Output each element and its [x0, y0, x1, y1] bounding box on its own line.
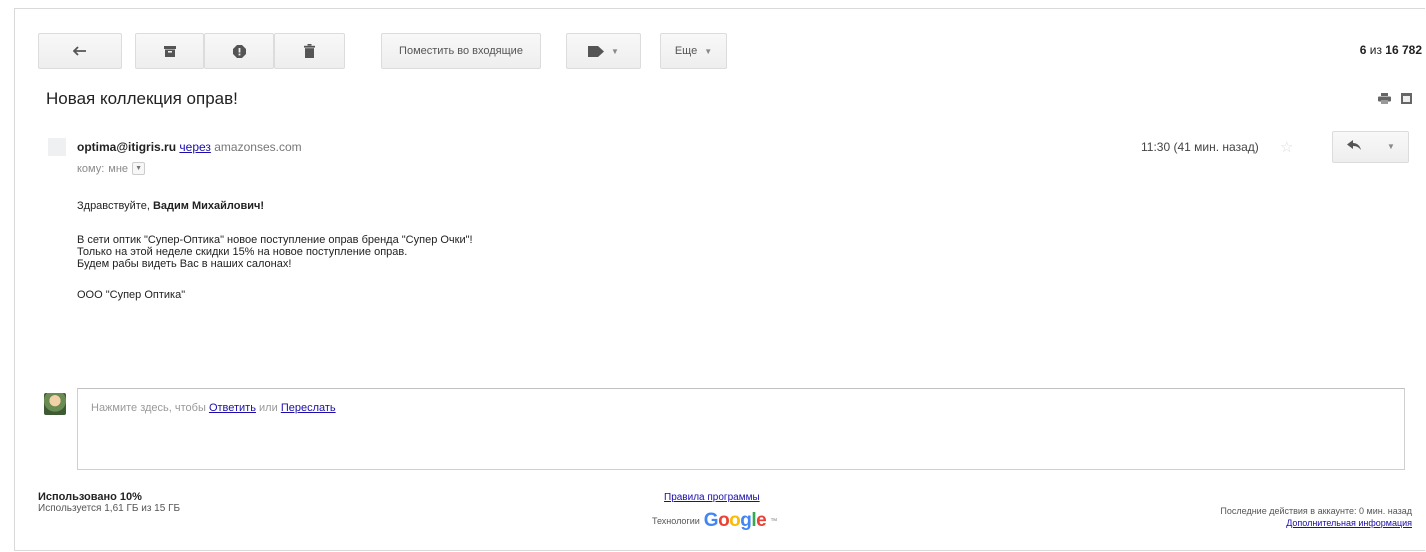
to-value: мне — [108, 162, 129, 175]
chevron-down-icon: ▼ — [704, 46, 713, 56]
trademark-mark: ™ — [770, 517, 778, 525]
signature: ООО "Супер Оптика" — [77, 289, 186, 301]
google-logo: Google — [703, 510, 767, 531]
star-icon[interactable]: ☆ — [1280, 138, 1293, 156]
message-timestamp: 11:30 (41 мин. назад) — [1141, 140, 1259, 154]
reply-prompt: Нажмите здесь, чтобы Ответить или Пересл… — [91, 402, 336, 414]
to-label: кому: — [77, 162, 105, 175]
label-tag-icon — [588, 45, 605, 57]
archive-button[interactable] — [135, 33, 204, 69]
archive-icon — [163, 45, 176, 57]
move-to-inbox-button[interactable]: Поместить во входящие — [381, 33, 541, 69]
via-link[interactable]: через — [179, 140, 211, 154]
quick-reply-box[interactable]: Нажмите здесь, чтобы Ответить или Пересл… — [77, 388, 1405, 470]
terms-link[interactable]: Правила программы — [664, 492, 760, 503]
back-arrow-icon — [73, 46, 86, 56]
new-window-icon[interactable] — [1401, 93, 1412, 104]
message-body: Здравствуйте, Вадим Михайлович! В сети о… — [77, 200, 473, 301]
report-spam-icon — [232, 44, 246, 58]
forward-link[interactable]: Переслать — [281, 402, 336, 414]
message-counter: 6 из 16 782 — [1360, 43, 1422, 57]
back-button[interactable] — [38, 33, 122, 69]
quota-title: Использовано 10% — [38, 491, 142, 503]
sender-email[interactable]: optima@itigris.ru — [77, 140, 176, 154]
subject-actions — [1378, 93, 1412, 104]
body-line-1: В сети оптик "Супер-Оптика" новое поступ… — [77, 234, 473, 246]
message-subject: Новая коллекция оправ! — [46, 89, 238, 108]
activity-text: Последние действия в аккаунте: 0 мин. на… — [1220, 506, 1412, 516]
recipients-line: кому: мне ▼ — [77, 162, 146, 175]
counter-of: из — [1369, 43, 1382, 57]
reply-prefix: Нажмите здесь, чтобы — [91, 402, 206, 414]
greeting-line: Здравствуйте, Вадим Михайлович! — [77, 200, 473, 212]
chevron-down-icon: ▼ — [611, 46, 619, 56]
details-link[interactable]: Дополнительная информация — [1220, 517, 1412, 529]
sender-line: optima@itigris.ru через amazonses.com — [77, 140, 302, 154]
via-domain: amazonses.com — [214, 140, 302, 154]
trash-icon — [304, 44, 315, 58]
or-text: или — [259, 402, 278, 414]
powered-by-label: Технологии — [652, 516, 700, 526]
report-spam-button[interactable] — [204, 33, 274, 69]
reply-link[interactable]: Ответить — [209, 402, 256, 414]
body-line-2: Только на этой неделе скидки 15% на ново… — [77, 246, 408, 258]
storage-quota: Использовано 10% Используется 1,61 ГБ из… — [38, 491, 180, 515]
account-activity: Последние действия в аккаунте: 0 мин. на… — [1220, 505, 1412, 529]
show-details-icon[interactable]: ▼ — [132, 162, 146, 175]
greeting: Здравствуйте, — [77, 200, 150, 212]
greeting-name: Вадим Михайлович! — [152, 200, 265, 212]
reply-more-chevron-icon[interactable]: ▼ — [1387, 142, 1395, 151]
move-to-inbox-label: Поместить во входящие — [399, 45, 523, 57]
more-label: Еще — [674, 45, 698, 57]
powered-by: Технологии Google ™ — [652, 510, 777, 532]
sender-avatar — [48, 138, 66, 156]
labels-button[interactable]: ▼ — [566, 33, 641, 69]
body-line-3: Будем рабы видеть Вас в наших салонах! — [77, 258, 292, 270]
counter-position: 6 — [1359, 43, 1367, 57]
reply-button-group[interactable]: ▼ — [1332, 131, 1409, 163]
quota-detail: Используется 1,61 ГБ из 15 ГБ — [38, 503, 181, 514]
counter-total: 16 782 — [1385, 43, 1422, 57]
user-avatar — [44, 393, 66, 415]
print-icon[interactable] — [1378, 93, 1391, 104]
reply-icon[interactable] — [1347, 140, 1361, 150]
more-button[interactable]: Еще ▼ — [660, 33, 727, 69]
delete-button[interactable] — [274, 33, 345, 69]
